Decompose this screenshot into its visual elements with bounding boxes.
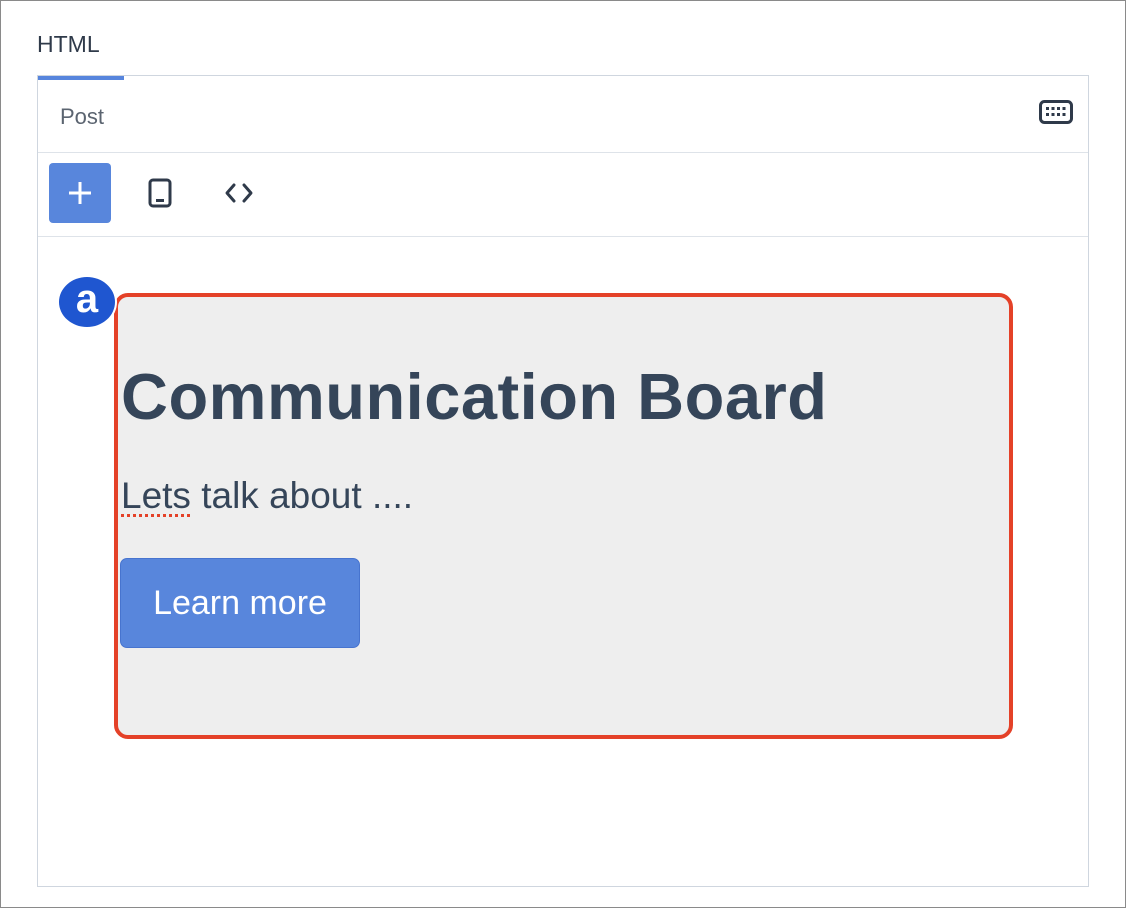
active-tab-indicator xyxy=(38,76,124,80)
preview-button[interactable] xyxy=(129,163,191,223)
editor-canvas[interactable]: Communication Board Lets talk about ....… xyxy=(38,237,1088,887)
learn-more-button[interactable]: Learn more xyxy=(120,558,360,648)
annotation-badge: a xyxy=(57,275,117,329)
field-label: HTML xyxy=(37,31,100,57)
misspelled-word: Lets xyxy=(121,475,191,516)
tab-post[interactable]: Post xyxy=(60,104,104,130)
block-text[interactable]: Lets talk about .... xyxy=(121,475,413,517)
html-editor: Post Communication Board Lets talk about… xyxy=(37,75,1089,887)
block-title[interactable]: Communication Board xyxy=(121,359,827,434)
add-block-button[interactable] xyxy=(49,163,111,223)
editor-tabbar: Post xyxy=(38,76,1088,153)
field-frame: HTML Post Communication Board Lets talk … xyxy=(0,0,1126,908)
tablet-icon xyxy=(148,178,172,208)
plus-icon xyxy=(67,180,93,206)
code-view-button[interactable] xyxy=(208,163,270,223)
keyboard-icon[interactable] xyxy=(1039,100,1073,124)
editor-toolbar xyxy=(38,153,1088,237)
block-text-rest: talk about .... xyxy=(190,475,414,516)
selected-hero-block[interactable]: Communication Board Lets talk about ....… xyxy=(114,293,1013,739)
code-icon xyxy=(224,182,254,204)
